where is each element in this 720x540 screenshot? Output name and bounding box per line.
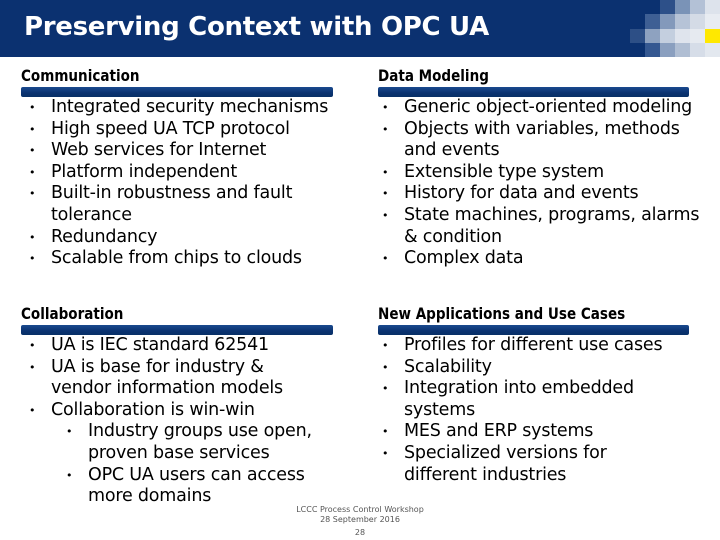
bullet-text: Complex data	[404, 248, 524, 269]
bullet-list: Integrated security mechanismsHigh speed…	[21, 97, 328, 270]
bullet-item: Objects with variables, methodsand event…	[374, 119, 699, 162]
mosaic-cell	[705, 28, 720, 43]
bullet-text: Generic object-oriented modeling	[404, 97, 693, 117]
bullet-text: Integrated security mechanisms	[51, 97, 329, 117]
mosaic-cell	[690, 14, 705, 29]
mosaic-cell	[645, 42, 660, 57]
bullet-text-continuation: tolerance	[51, 204, 132, 225]
bullet-item: MES and ERP systems	[374, 421, 662, 443]
mosaic-cell	[645, 0, 660, 15]
bullet-text: Industry groups use open,	[88, 421, 312, 442]
section-divider-bar	[378, 87, 689, 97]
page-number: 28	[354, 528, 366, 537]
bullet-text: MES and ERP systems	[404, 421, 594, 442]
sub-bullet-item: Industry groups use open,proven base ser…	[21, 421, 312, 464]
mosaic-cell	[630, 14, 645, 29]
bullet-text: Scalable from chips to clouds	[51, 248, 302, 269]
bullet-item: Redundancy	[21, 227, 328, 249]
mosaic-cell	[630, 42, 645, 57]
bullet-text: Profiles for different use cases	[404, 335, 663, 355]
bullet-text: State machines, programs, alarms	[404, 204, 700, 225]
bullet-text-continuation: vendor information models	[51, 378, 283, 399]
mosaic-cell	[675, 28, 690, 43]
bullet-text-continuation: different industries	[404, 464, 567, 485]
bullet-text: Platform independent	[51, 161, 237, 182]
bullet-item: High speed UA TCP protocol	[21, 119, 328, 141]
bullet-item: State machines, programs, alarms& condit…	[374, 205, 699, 248]
mosaic-cell	[690, 0, 705, 15]
section-divider-bar	[21, 325, 333, 335]
mosaic-cell	[660, 14, 675, 29]
section-heading: New Applications and Use Cases	[378, 304, 626, 323]
bullet-text: Redundancy	[51, 226, 158, 247]
footer-event: LCCC Process Control Workshop	[296, 505, 424, 514]
bullet-text: Integration into embedded	[404, 378, 634, 399]
bullet-text: Specialized versions for	[404, 442, 607, 463]
bullet-text: OPC UA users can access	[88, 464, 305, 485]
mosaic-cell	[660, 28, 675, 43]
bullet-item: Scalability	[374, 357, 662, 379]
mosaic-cell	[675, 14, 690, 29]
mosaic-cell	[675, 0, 690, 15]
bullet-list: Profiles for different use casesScalabil…	[374, 335, 663, 486]
bullet-item: UA is base for industry &vendor informat…	[21, 357, 312, 400]
mosaic-cell	[705, 0, 720, 15]
bullet-text: Built-in robustness and fault	[51, 183, 293, 204]
mosaic-cell	[705, 42, 720, 57]
mosaic-cell	[690, 42, 705, 57]
bullet-item: Integration into embeddedsystems	[374, 378, 662, 421]
mosaic-cell	[630, 0, 645, 15]
mosaic-cell	[675, 42, 690, 57]
mosaic-cell	[690, 28, 705, 43]
bullet-item: Integrated security mechanisms	[21, 97, 328, 119]
bullet-text: UA is base for industry &	[51, 356, 264, 377]
bullet-text-continuation: more domains	[88, 486, 212, 507]
bullet-item: Collaboration is win-win	[21, 400, 312, 422]
bullet-text: Extensible type system	[404, 161, 604, 182]
mosaic-cell	[645, 14, 660, 29]
mosaic-cell	[705, 14, 720, 29]
bullet-item: Profiles for different use cases	[374, 335, 663, 357]
title-bar: Preserving Context with OPC UA	[0, 0, 720, 57]
sub-bullet-item: OPC UA users can accessmore domains	[21, 465, 312, 508]
section-divider-bar	[21, 87, 333, 97]
bullet-item: Generic object-oriented modeling	[374, 97, 699, 119]
bullet-text: High speed UA TCP protocol	[51, 118, 290, 139]
bullet-list: Generic object-oriented modelingObjects …	[374, 97, 699, 270]
bullet-text: UA is IEC standard 62541	[51, 335, 269, 355]
mosaic-cell	[645, 28, 660, 43]
bullet-text: History for data and events	[404, 183, 639, 204]
bullet-text: Scalability	[404, 356, 492, 377]
mosaic-cell	[660, 0, 675, 15]
bullet-text-continuation: proven base services	[88, 442, 270, 463]
mosaic-cell	[630, 28, 645, 43]
slide-title: Preserving Context with OPC UA	[24, 12, 489, 42]
bullet-item: Web services for Internet	[21, 140, 328, 162]
bullet-item: Platform independent	[21, 162, 328, 184]
bullet-item: Complex data	[374, 248, 699, 270]
mosaic-cell	[660, 42, 675, 57]
bullet-text: Objects with variables, methods	[404, 118, 680, 139]
bullet-list: UA is IEC standard 62541UA is base for i…	[21, 335, 312, 508]
bullet-item: Extensible type system	[374, 162, 699, 184]
bullet-item: UA is IEC standard 62541	[21, 335, 312, 357]
section-divider-bar	[378, 325, 689, 335]
bullet-text-continuation: & condition	[404, 226, 502, 247]
bullet-text-continuation: and events	[404, 140, 500, 161]
footer-date: 28 September 2016	[320, 515, 400, 524]
section-heading: Data Modeling	[378, 66, 489, 85]
section-heading: Communication	[21, 66, 140, 85]
bullet-item: History for data and events	[374, 183, 699, 205]
bullet-text: Web services for Internet	[51, 140, 267, 161]
bullet-item: Specialized versions fordifferent indust…	[374, 443, 662, 486]
bullet-text: Collaboration is win-win	[51, 399, 255, 420]
bullet-item: Scalable from chips to clouds	[21, 248, 328, 270]
bullet-text-continuation: systems	[404, 399, 475, 420]
section-heading: Collaboration	[21, 304, 124, 323]
decorative-mosaic	[630, 0, 720, 57]
bullet-item: Built-in robustness and faulttolerance	[21, 183, 328, 226]
